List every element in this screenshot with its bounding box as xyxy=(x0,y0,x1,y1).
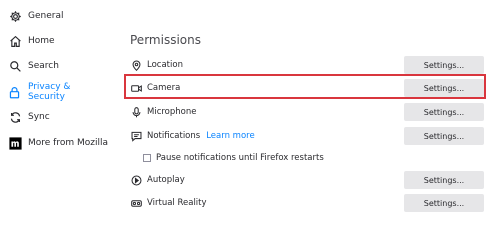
sidebar-item-label: More from Mozilla xyxy=(28,138,108,148)
sidebar-item-label: Sync xyxy=(28,112,50,122)
sidebar-item-label: Privacy & Security xyxy=(27,82,71,102)
sidebar-item-home[interactable]: Home xyxy=(8,31,55,51)
permission-row-location: Location Settings... xyxy=(130,55,486,75)
notification-icon xyxy=(130,130,142,142)
search-icon xyxy=(8,59,22,73)
sidebar-item-label: Home xyxy=(28,36,55,46)
sidebar-item-privacy-security[interactable]: Privacy & Security xyxy=(8,82,110,102)
virtual-reality-settings-button[interactable]: Settings... xyxy=(404,194,484,212)
permission-row-autoplay: Autoplay Settings... xyxy=(130,170,486,190)
pause-notifications-checkbox[interactable] xyxy=(143,154,151,162)
sidebar-item-general[interactable]: General xyxy=(8,6,63,26)
location-settings-button[interactable]: Settings... xyxy=(404,56,484,74)
camera-icon xyxy=(130,82,142,94)
sidebar-item-label: General xyxy=(28,11,64,21)
sidebar-item-search[interactable]: Search xyxy=(8,56,59,76)
permission-label: Autoplay xyxy=(147,175,185,185)
permission-row-virtual-reality: Virtual Reality Settings... xyxy=(130,193,486,213)
pause-notifications-label: Pause notifications until Firefox restar… xyxy=(156,153,324,163)
permission-label: Location xyxy=(147,60,183,70)
mozilla-icon xyxy=(8,136,22,150)
learn-more-link[interactable]: Learn more xyxy=(206,131,254,141)
permission-row-microphone: Microphone Settings... xyxy=(130,102,486,122)
notifications-settings-button[interactable]: Settings... xyxy=(404,127,484,145)
autoplay-settings-button[interactable]: Settings... xyxy=(404,171,484,189)
microphone-settings-button[interactable]: Settings... xyxy=(404,103,484,121)
vr-icon xyxy=(130,197,142,209)
autoplay-icon xyxy=(130,174,142,186)
location-icon xyxy=(130,59,142,71)
lock-icon xyxy=(8,85,22,99)
permission-row-notifications: Notifications Learn more Settings... xyxy=(130,126,486,146)
sidebar: General Home Search Privacy & Security S… xyxy=(0,0,110,222)
permission-row-camera: Camera Settings... xyxy=(130,78,486,98)
camera-settings-button[interactable]: Settings... xyxy=(404,79,484,97)
permission-label: Virtual Reality xyxy=(147,198,207,208)
pause-notifications-row: Pause notifications until Firefox restar… xyxy=(143,152,324,164)
sidebar-item-label: Search xyxy=(28,61,59,71)
permission-label: Microphone xyxy=(147,107,197,117)
microphone-icon xyxy=(130,106,142,118)
sync-icon xyxy=(8,110,22,124)
gear-icon xyxy=(8,9,22,23)
home-icon xyxy=(8,34,22,48)
sidebar-item-sync[interactable]: Sync xyxy=(8,107,50,127)
sidebar-item-more-from-mozilla[interactable]: More from Mozilla xyxy=(8,133,108,153)
permission-label: Notifications xyxy=(147,131,201,141)
permissions-heading: Permissions xyxy=(130,33,201,47)
permission-label: Camera xyxy=(147,83,181,93)
